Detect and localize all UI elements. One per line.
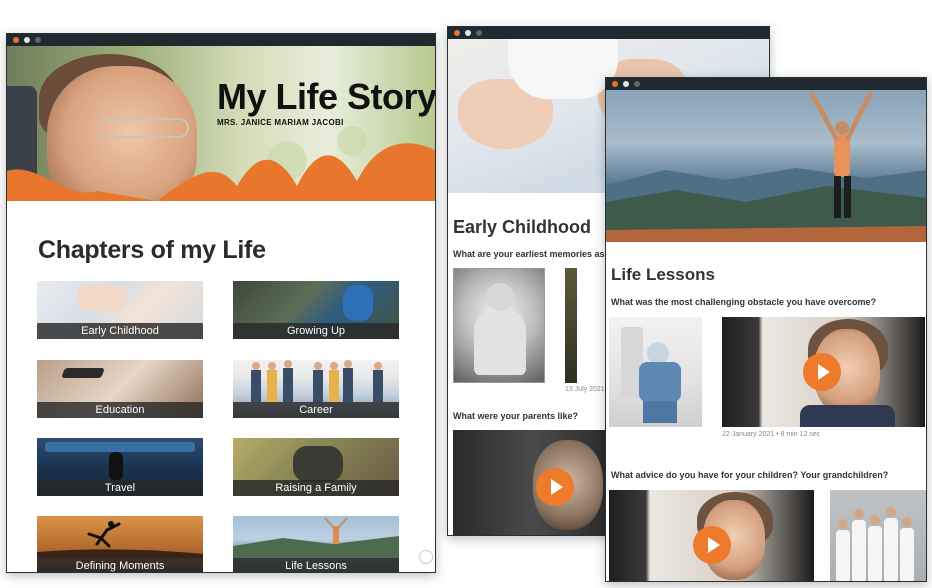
family-silhouette — [293, 446, 343, 482]
play-button-icon[interactable] — [693, 526, 731, 564]
minimize-dot-icon[interactable] — [623, 81, 629, 87]
summit-figure — [233, 517, 399, 558]
chapter-tile-growing-up[interactable]: Growing Up — [233, 281, 399, 339]
my-life-story-window: My Life Story MRS. JANICE MARIAM JACOBI … — [6, 33, 436, 573]
window-titlebar — [448, 27, 769, 39]
chapter-label: Travel — [37, 480, 203, 496]
chapter-label: Education — [37, 402, 203, 418]
chapter-label: Raising a Family — [233, 480, 399, 496]
hero-subtitle: MRS. JANICE MARIAM JACOBI — [217, 118, 344, 127]
family-group-photo[interactable] — [830, 490, 926, 581]
chapter-label: Defining Moments — [37, 558, 203, 572]
question-text: What were your parents like? — [453, 411, 579, 421]
worker-head — [647, 342, 669, 364]
maximize-dot-icon[interactable] — [35, 37, 41, 43]
minimize-dot-icon[interactable] — [465, 30, 471, 36]
maximize-dot-icon[interactable] — [634, 81, 640, 87]
question-text: What was the most challenging obstacle y… — [611, 297, 877, 307]
chapter-label: Career — [233, 402, 399, 418]
baby-sock — [508, 39, 618, 99]
chapter-label: Early Childhood — [37, 323, 203, 339]
recording-meta: 13 July 2021 • — [565, 386, 610, 393]
departure-board — [45, 442, 195, 452]
obstacle-video-thumbnail[interactable] — [722, 317, 925, 427]
question-text: What are your earliest memories as a — [453, 249, 613, 259]
healthcare-worker-photo[interactable] — [609, 317, 702, 427]
recording-meta: 22 January 2021 • 8 min 12 sec — [722, 431, 821, 438]
tile-illustration — [77, 285, 127, 311]
chapters-heading: Chapters of my Life — [38, 236, 266, 264]
chapter-tile-raising-a-family[interactable]: Raising a Family — [233, 438, 399, 496]
minimize-dot-icon[interactable] — [24, 37, 30, 43]
traveler-silhouette — [109, 452, 123, 480]
hero-banner: My Life Story MRS. JANICE MARIAM JACOBI — [7, 46, 435, 201]
question-text: What advice do you have for your childre… — [611, 470, 889, 480]
chapter-label: Life Lessons — [233, 558, 399, 572]
worker-legs — [643, 401, 677, 423]
close-dot-icon[interactable] — [612, 81, 618, 87]
family-figures — [836, 507, 914, 581]
worker-scrubs — [639, 362, 681, 402]
play-button-icon[interactable] — [536, 468, 574, 506]
baby-head — [486, 283, 514, 311]
page-title: Life Lessons — [611, 265, 715, 284]
cropped-photo[interactable] — [565, 268, 577, 383]
window-titlebar — [606, 78, 926, 90]
workers-illustration — [251, 360, 383, 402]
advice-video-thumbnail[interactable] — [609, 490, 814, 581]
mountain-hero-image — [606, 90, 926, 242]
parents-video-thumbnail[interactable] — [453, 430, 613, 535]
chapter-tile-education[interactable]: Education — [37, 360, 203, 418]
window-titlebar — [7, 34, 435, 46]
close-dot-icon[interactable] — [454, 30, 460, 36]
chapter-tile-career[interactable]: Career — [233, 360, 399, 418]
life-lessons-window: Life Lessons What was the most challengi… — [605, 77, 927, 582]
jumper-silhouette — [37, 521, 203, 558]
orange-swirl-decoration — [7, 143, 435, 201]
play-button-icon[interactable] — [803, 353, 841, 391]
grad-cap-icon — [61, 368, 105, 378]
chapter-tile-defining-moments[interactable]: Defining Moments — [37, 516, 203, 572]
hero-title: My Life Story — [217, 76, 435, 117]
mountain-landscape — [606, 91, 926, 242]
page-title: Early Childhood — [453, 217, 592, 237]
scroll-button[interactable] — [419, 550, 433, 564]
chapter-tile-life-lessons[interactable]: Life Lessons — [233, 516, 399, 572]
chapter-tile-early-childhood[interactable]: Early Childhood — [37, 281, 203, 339]
maximize-dot-icon[interactable] — [476, 30, 482, 36]
baby-gown — [474, 311, 526, 375]
tile-illustration — [343, 285, 373, 321]
woman-shirt — [800, 405, 895, 427]
chapter-tile-travel[interactable]: Travel — [37, 438, 203, 496]
bw-baby-photo[interactable] — [453, 268, 545, 383]
close-dot-icon[interactable] — [13, 37, 19, 43]
screenshot-stage: Early Childhood What are your earliest m… — [0, 0, 932, 588]
chapter-label: Growing Up — [233, 323, 399, 339]
